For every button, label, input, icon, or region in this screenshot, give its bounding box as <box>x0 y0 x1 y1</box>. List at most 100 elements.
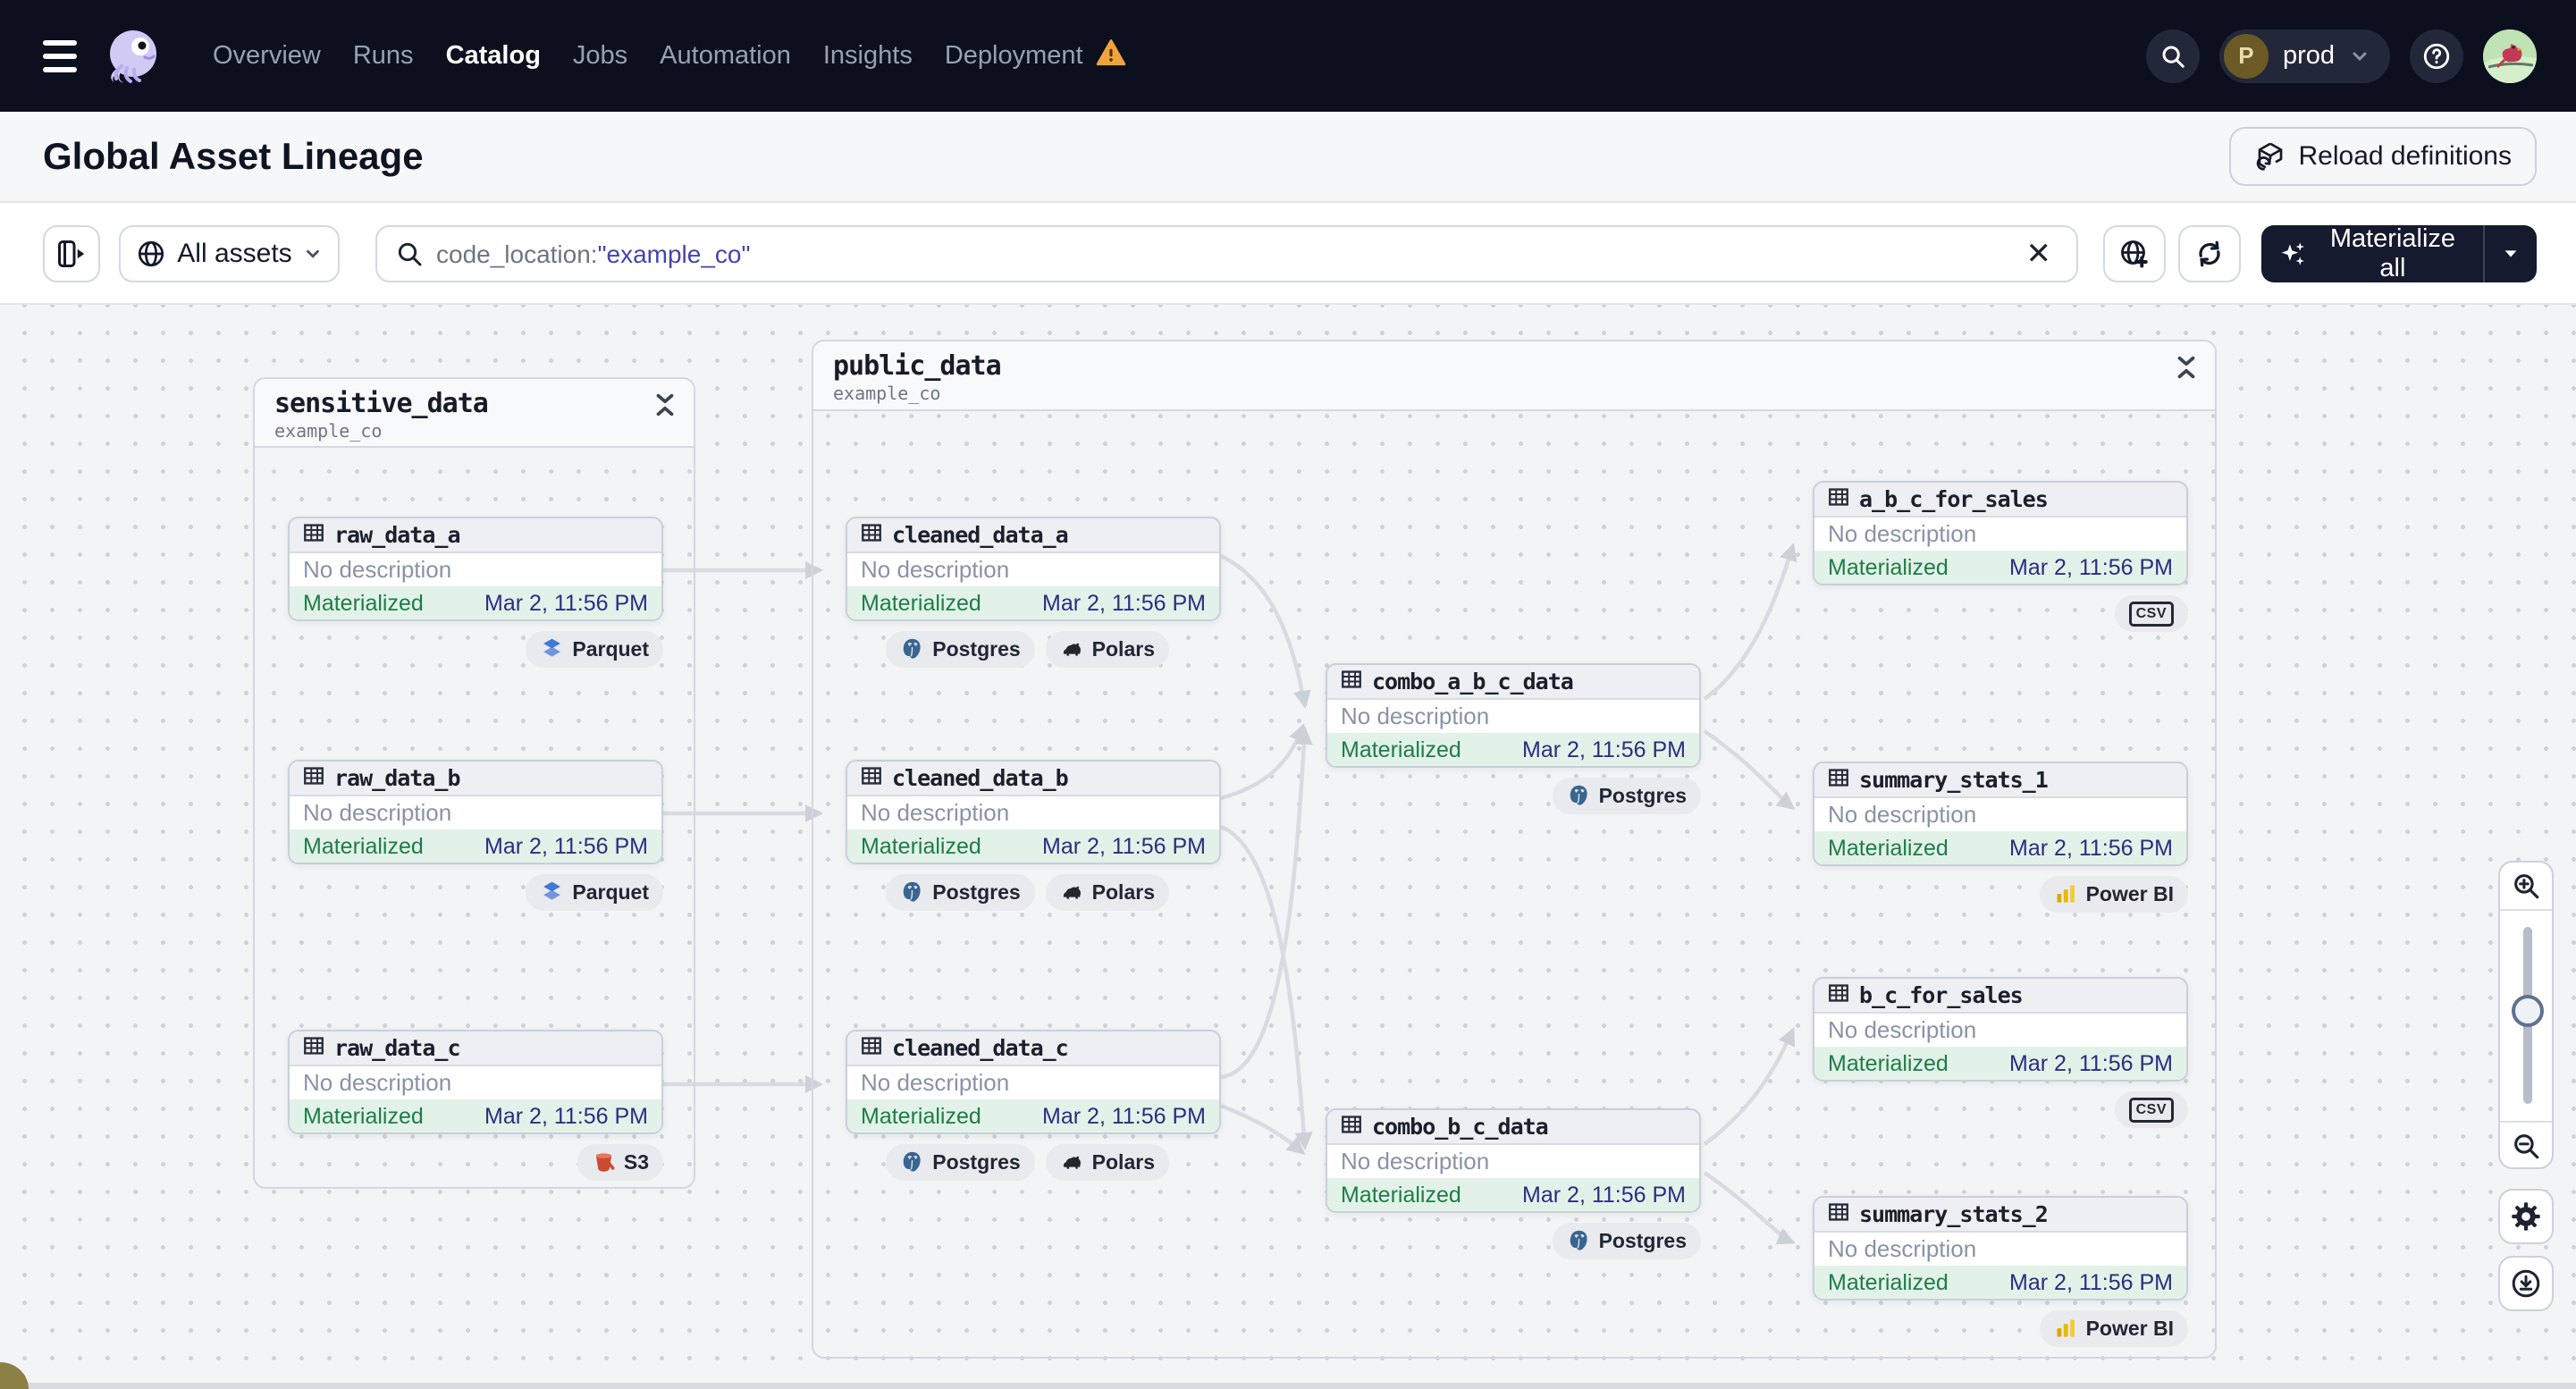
asset-scope-dropdown[interactable]: All assets <box>119 225 340 282</box>
status-badge: Materialized <box>1341 1183 1461 1208</box>
asset-name: a_b_c_for_sales <box>1859 486 2049 512</box>
primary-nav: Overview Runs Catalog Jobs Automation Insight… <box>213 38 1126 75</box>
asset-scope-label: All assets <box>177 239 292 268</box>
collapse-group-icon[interactable] <box>2167 349 2206 388</box>
toggle-sidebar-icon[interactable] <box>43 225 100 282</box>
nav-item-label: Overview <box>213 41 321 70</box>
postgres-badge[interactable]: Postgres <box>886 631 1035 668</box>
clear-search-icon[interactable]: ✕ <box>2019 235 2059 273</box>
zoom-out-icon[interactable] <box>2500 1123 2552 1169</box>
badge-label: Postgres <box>1598 784 1687 807</box>
asset-node-b_c_for_sales[interactable]: b_c_for_sales No description Materialize… <box>1813 977 2188 1082</box>
badge-label: Postgres <box>932 637 1021 661</box>
polars-badge[interactable]: Polars <box>1045 1144 1169 1181</box>
fetch-external-assets-icon[interactable] <box>2103 225 2166 282</box>
nav-item-jobs[interactable]: Jobs <box>573 41 627 71</box>
nav-item-label: Runs <box>352 41 414 70</box>
asset-node-header: cleaned_data_c <box>847 1031 1219 1066</box>
materialize-all-button[interactable]: Materialize all <box>2261 224 2483 283</box>
refresh-icon[interactable] <box>2178 225 2241 282</box>
status-badge: Materialized <box>861 834 981 859</box>
asset-node-a_b_c_for_sales[interactable]: a_b_c_for_sales No description Materiali… <box>1813 481 2188 585</box>
asset-description: No description <box>861 556 1010 583</box>
graph-settings-gear-icon[interactable] <box>2498 1189 2554 1244</box>
materialization-timestamp: Mar 2, 11:56 PM <box>2009 1051 2173 1076</box>
nav-item-deployment[interactable]: Deployment <box>945 38 1126 75</box>
nav-item-catalog[interactable]: Catalog <box>446 41 541 71</box>
search-icon[interactable] <box>2145 29 2200 83</box>
chevron-down-icon <box>2353 52 2367 61</box>
asset-name: raw_data_a <box>334 522 461 548</box>
zoom-slider-handle[interactable] <box>2512 995 2544 1027</box>
powerbi-badge[interactable]: Power BI <box>2039 876 2188 913</box>
collapse-group-icon[interactable] <box>645 386 685 425</box>
materialize-options-caret-icon[interactable] <box>2485 225 2537 282</box>
polars-badge[interactable]: Polars <box>1045 631 1169 668</box>
asset-kind-badges: csv <box>0 595 2188 632</box>
csv-badge[interactable]: csv <box>2114 1091 2188 1128</box>
asset-description: No description <box>1341 1148 1490 1174</box>
materialization-timestamp: Mar 2, 11:56 PM <box>1042 834 1206 859</box>
asset-name: cleaned_data_a <box>892 522 1069 548</box>
reload-definitions-button[interactable]: Reload definitions <box>2228 127 2537 186</box>
nav-item-insights[interactable]: Insights <box>823 41 913 71</box>
asset-status-row: Materialized Mar 2, 11:56 PM <box>1814 1047 2186 1080</box>
badge-label: Power BI <box>2085 1317 2174 1340</box>
asset-description: No description <box>303 556 452 583</box>
postgres-badge[interactable]: Postgres <box>1552 778 1701 814</box>
asset-name: b_c_for_sales <box>1859 982 2024 1008</box>
user-avatar[interactable] <box>2483 29 2537 83</box>
postgres-icon <box>1567 1229 1591 1253</box>
asset-description: No description <box>1828 1016 1977 1043</box>
asset-node-header: summary_stats_1 <box>1814 763 2186 798</box>
csv-badge[interactable]: csv <box>2114 595 2188 632</box>
group-header[interactable]: public_data example_co <box>813 341 2215 411</box>
globe-icon <box>139 240 164 267</box>
powerbi-badge[interactable]: Power BI <box>2039 1310 2188 1347</box>
asset-search-input[interactable]: code_location:"example_co" ✕ <box>375 225 2078 282</box>
group-header[interactable]: sensitive_data example_co <box>255 379 694 448</box>
asset-status-row: Materialized Mar 2, 11:56 PM <box>1814 551 2186 584</box>
dagster-logo-icon[interactable] <box>104 27 163 86</box>
page-header: Global Asset Lineage Reload definitions <box>0 112 2576 203</box>
csv-icon: csv <box>2128 601 2174 627</box>
table-icon <box>1827 766 1850 794</box>
asset-node-combo_a_b_c_data[interactable]: combo_a_b_c_data No description Material… <box>1326 663 1701 768</box>
menu-icon[interactable] <box>39 38 80 74</box>
materialization-timestamp: Mar 2, 11:56 PM <box>1522 737 1686 762</box>
asset-node-summary_stats_1[interactable]: summary_stats_1 No description Materiali… <box>1813 762 2188 866</box>
asset-node-header: cleaned_data_a <box>847 518 1219 553</box>
nav-right: P prod <box>2145 29 2537 83</box>
materialization-timestamp: Mar 2, 11:56 PM <box>2009 836 2173 861</box>
asset-description: No description <box>1828 801 1977 828</box>
postgres-badge[interactable]: Postgres <box>886 1144 1035 1181</box>
zoom-toolbar <box>2498 861 2554 1169</box>
asset-name: combo_a_b_c_data <box>1372 669 1574 694</box>
nav-item-automation[interactable]: Automation <box>660 41 791 71</box>
asset-name: raw_data_c <box>334 1035 461 1061</box>
nav-item-overview[interactable]: Overview <box>213 41 321 71</box>
table-icon <box>860 1034 883 1062</box>
status-badge: Materialized <box>1341 737 1461 762</box>
top-nav: Overview Runs Catalog Jobs Automation Insight… <box>0 0 2576 112</box>
environment-switcher[interactable]: P prod <box>2218 29 2390 83</box>
sparkles-icon <box>2281 242 2304 265</box>
asset-status-row: Materialized Mar 2, 11:56 PM <box>847 829 1219 863</box>
search-query-value: "example_co" <box>597 240 751 268</box>
group-code-location: example_co <box>833 383 941 404</box>
nav-item-runs[interactable]: Runs <box>353 41 414 71</box>
polars-icon <box>1060 1150 1084 1174</box>
help-icon[interactable] <box>2410 29 2463 83</box>
asset-node-summary_stats_2[interactable]: summary_stats_2 No description Materiali… <box>1813 1196 2188 1301</box>
asset-kind-badges: Postgres <box>0 1223 1701 1259</box>
csv-icon: csv <box>2128 1097 2174 1123</box>
asset-node-header: summary_stats_2 <box>1814 1198 2186 1233</box>
environment-initial: P <box>2223 33 2269 79</box>
asset-status-row: Materialized Mar 2, 11:56 PM <box>1327 733 1699 766</box>
asset-kind-badges: csv <box>0 1091 2188 1128</box>
download-image-icon[interactable] <box>2498 1256 2554 1311</box>
asset-node-header: a_b_c_for_sales <box>1814 483 2186 518</box>
page-title: Global Asset Lineage <box>43 135 424 177</box>
postgres-badge[interactable]: Postgres <box>1552 1223 1701 1259</box>
zoom-in-icon[interactable] <box>2500 863 2552 909</box>
